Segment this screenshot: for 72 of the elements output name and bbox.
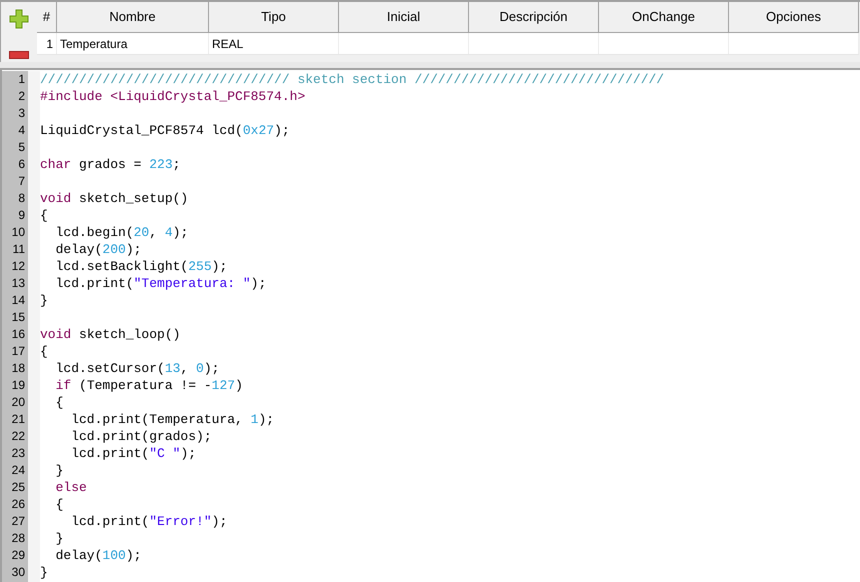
- code-line: char grados = 223;: [40, 156, 182, 173]
- line-number: 28: [10, 530, 26, 547]
- line-number: 23: [10, 445, 26, 462]
- line-number: 13: [10, 275, 26, 292]
- add-button[interactable]: [8, 8, 30, 30]
- line-number: 2: [17, 88, 26, 105]
- code-line: lcd.print("C ");: [70, 445, 198, 462]
- code-line: void sketch_loop(): [40, 326, 182, 343]
- code-line: lcd.print(Temperatura, 1);: [70, 411, 276, 428]
- line-number: 6: [17, 156, 26, 173]
- column-header[interactable]: Opciones: [729, 2, 859, 32]
- line-number: 27: [10, 513, 26, 530]
- code-line: }: [54, 462, 64, 479]
- code-line: lcd.setBacklight(255);: [54, 258, 228, 275]
- code-line: }: [40, 564, 49, 581]
- line-number: 30: [10, 564, 26, 581]
- line-number: 18: [10, 360, 26, 377]
- line-number: 4: [17, 122, 26, 139]
- code-line: lcd.setCursor(13, 0);: [54, 360, 220, 377]
- line-number: 3: [17, 105, 26, 122]
- line-number: 20: [10, 394, 26, 411]
- code-editor[interactable]: [0, 70, 860, 582]
- column-header[interactable]: Tipo: [209, 2, 339, 32]
- code-line: else: [54, 479, 88, 496]
- code-line: lcd.print("Temperatura: ");: [54, 275, 268, 292]
- column-header[interactable]: #: [37, 2, 57, 32]
- column-header[interactable]: Inicial: [339, 2, 469, 32]
- line-number: 1: [17, 71, 26, 88]
- horizontal-scrollbar[interactable]: [0, 62, 860, 70]
- table-cell: Temperatura: [57, 33, 209, 54]
- minus-icon: [9, 51, 29, 59]
- line-number: 5: [17, 139, 26, 156]
- code-line: {: [54, 394, 64, 411]
- line-number: 16: [10, 326, 26, 343]
- code-line: //////////////////////////////// sketch section ////////////////////////////////: [40, 71, 664, 88]
- code-line: lcd.print("Error!");: [70, 513, 228, 530]
- remove-button[interactable]: [8, 50, 30, 60]
- code-line: delay(200);: [54, 241, 142, 258]
- line-number: 26: [10, 496, 26, 513]
- line-number: 12: [10, 258, 26, 275]
- table-cell: REAL: [209, 33, 339, 54]
- line-number: 22: [10, 428, 26, 445]
- line-number: 21: [10, 411, 26, 428]
- line-number: 8: [17, 190, 26, 207]
- code-line: lcd.begin(20, 4);: [54, 224, 190, 241]
- line-number: 11: [12, 241, 26, 258]
- line-number: 19: [10, 377, 26, 394]
- line-number: 25: [10, 479, 26, 496]
- line-number: 15: [10, 309, 26, 326]
- line-number: 9: [17, 207, 26, 224]
- code-line: #include <LiquidCrystal_PCF8574.h>: [40, 88, 306, 105]
- line-number: 24: [10, 462, 26, 479]
- code-line: void sketch_setup(): [40, 190, 190, 207]
- column-header[interactable]: OnChange: [599, 2, 729, 32]
- code-line: }: [54, 530, 64, 547]
- code-line: {: [54, 496, 64, 513]
- code-line: if (Temperatura != -127): [54, 377, 244, 394]
- column-header[interactable]: Nombre: [57, 2, 209, 32]
- line-number: 17: [10, 343, 26, 360]
- code-line: LiquidCrystal_PCF8574 lcd(0x27);: [40, 122, 291, 139]
- code-line: }: [40, 292, 49, 309]
- code-line: {: [40, 343, 49, 360]
- line-number: 29: [10, 547, 26, 564]
- table-cell: 1: [37, 33, 57, 54]
- code-line: lcd.print(grados);: [70, 428, 213, 445]
- code-line: {: [40, 207, 49, 224]
- code-line: delay(100);: [54, 547, 142, 564]
- plus-icon: [9, 9, 29, 29]
- line-number: 14: [10, 292, 26, 309]
- column-header[interactable]: Descripción: [469, 2, 599, 32]
- line-number: 10: [10, 224, 26, 241]
- line-number: 7: [17, 173, 26, 190]
